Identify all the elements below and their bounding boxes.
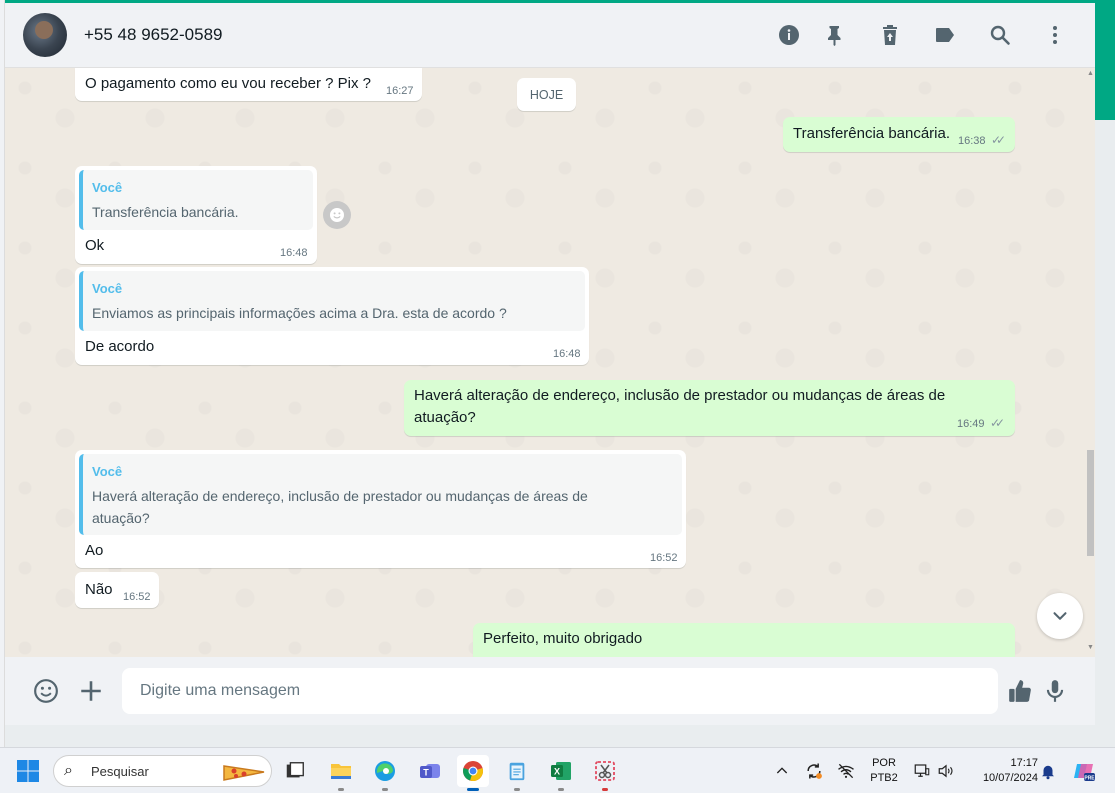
message-text: Perfeito, muito obrigado xyxy=(483,630,643,647)
react-emoji-button[interactable] xyxy=(323,201,351,229)
thumbs-up-icon[interactable] xyxy=(1005,676,1035,706)
notepad-icon[interactable] xyxy=(501,755,533,791)
message-text: Ao xyxy=(85,542,104,559)
search-icon[interactable] xyxy=(987,22,1013,48)
emoji-icon[interactable] xyxy=(31,676,61,706)
scroll-up-arrow-icon[interactable]: ▲ xyxy=(1087,70,1094,77)
message-time: 16:52 xyxy=(650,552,678,564)
quote-text: Enviamos as principais informações acima… xyxy=(92,305,507,321)
message-time: 16:52 xyxy=(123,591,151,603)
message-bubble-incoming[interactable]: O pagamento como eu vou receber ? Pix ? … xyxy=(75,68,422,101)
contact-avatar[interactable] xyxy=(23,13,67,57)
quoted-message[interactable]: Você Transferência bancária. xyxy=(79,170,313,230)
message-text: Não xyxy=(85,581,113,598)
message-time: 16:27 xyxy=(386,85,414,97)
clock-date: 10/07/2024 xyxy=(982,772,1038,784)
message-time: 16:38 xyxy=(958,135,986,147)
volume-icon[interactable] xyxy=(930,755,962,787)
microphone-icon[interactable] xyxy=(1040,676,1070,706)
message-text: O pagamento como eu vou receber ? Pix ? xyxy=(85,75,371,92)
network-off-icon[interactable] xyxy=(830,755,862,787)
message-time: 16:48 xyxy=(553,348,581,360)
excel-icon[interactable]: X xyxy=(545,755,577,791)
language-code: POR xyxy=(872,757,896,769)
svg-text:X: X xyxy=(554,767,560,777)
message-bubble-outgoing[interactable]: Perfeito, muito obrigado xyxy=(473,623,1015,657)
message-bubble-incoming[interactable]: Você Transferência bancária. Ok 16:48 xyxy=(75,166,317,264)
chat-header: +55 48 9652-0589 xyxy=(5,0,1095,68)
message-input[interactable] xyxy=(122,668,998,714)
message-bubble-incoming[interactable]: Você Enviamos as principais informações … xyxy=(75,267,589,365)
clock-time: 17:17 xyxy=(1010,757,1038,769)
quote-text: Transferência bancária. xyxy=(92,204,239,220)
chrome-icon[interactable] xyxy=(457,755,489,791)
windows-start-icon[interactable] xyxy=(12,755,44,787)
quoted-message[interactable]: Você Enviamos as principais informações … xyxy=(79,271,585,331)
window-right-edge xyxy=(1095,120,1115,747)
quoted-message[interactable]: Você Haverá alteração de endereço, inclu… xyxy=(79,454,682,535)
quote-author: Você xyxy=(92,180,123,195)
quote-text-line: atuação? xyxy=(92,510,150,526)
message-time: 16:49 xyxy=(957,418,985,430)
taskbar-search[interactable]: ⌕ Pesquisar xyxy=(53,755,272,787)
message-text: Ok xyxy=(85,237,105,254)
chevron-up-icon[interactable] xyxy=(766,755,798,787)
message-bubble-incoming[interactable]: Você Haverá alteração de endereço, inclu… xyxy=(75,450,686,568)
window-bottom-edge xyxy=(5,725,1095,747)
message-text: De acordo xyxy=(85,338,155,355)
quote-author: Você xyxy=(92,464,123,479)
read-ticks-icon: ✓✓ xyxy=(990,416,1005,430)
quote-author: Você xyxy=(92,281,123,296)
scroll-down-arrow-icon[interactable]: ▼ xyxy=(1087,644,1094,651)
snipping-tool-icon[interactable] xyxy=(589,755,621,791)
quote-text-line: Haverá alteração de endereço, inclusão d… xyxy=(92,488,588,504)
info-icon[interactable] xyxy=(776,22,802,48)
task-view-icon[interactable] xyxy=(279,755,311,787)
delete-icon[interactable] xyxy=(877,22,903,48)
language-indicator[interactable]: POR PTB2 xyxy=(868,756,900,786)
label-icon[interactable] xyxy=(932,22,958,48)
message-text-line: atuação? xyxy=(414,409,476,426)
scroll-to-bottom-button[interactable] xyxy=(1037,593,1083,639)
clock[interactable]: 17:17 10/07/2024 xyxy=(966,756,1038,786)
message-bubble-outgoing[interactable]: Haverá alteração de endereço, inclusão d… xyxy=(404,380,1015,436)
sync-icon[interactable] xyxy=(798,755,830,787)
message-bubble-incoming[interactable]: Não 16:52 xyxy=(75,572,159,608)
notification-bell-icon[interactable] xyxy=(1032,755,1064,787)
message-bubble-outgoing[interactable]: Transferência bancária. 16:38 ✓✓ xyxy=(783,117,1015,152)
search-icon: ⌕ xyxy=(64,762,73,779)
teams-icon[interactable]: T xyxy=(414,755,446,787)
menu-icon[interactable] xyxy=(1042,22,1068,48)
read-ticks-icon: ✓✓ xyxy=(991,133,1006,147)
message-time: 16:48 xyxy=(280,247,308,259)
date-chip: HOJE xyxy=(517,78,576,111)
copilot-icon[interactable]: PRE xyxy=(1068,755,1100,787)
scroll-thumb[interactable] xyxy=(1087,450,1094,556)
message-text-line: Haverá alteração de endereço, inclusão d… xyxy=(414,387,946,404)
taskbar-search-label: Pesquisar xyxy=(91,764,149,779)
message-composer xyxy=(5,657,1095,725)
svg-text:PRE: PRE xyxy=(1084,775,1095,781)
windows-taskbar: ⌕ Pesquisar T X POR PTB2 17:17 10/07/202… xyxy=(0,747,1115,793)
attach-plus-icon[interactable] xyxy=(76,676,106,706)
pizza-icon xyxy=(223,765,265,781)
pin-icon[interactable] xyxy=(822,22,848,48)
message-text: Transferência bancária. xyxy=(793,125,951,142)
svg-text:T: T xyxy=(423,768,429,778)
contact-name[interactable]: +55 48 9652-0589 xyxy=(84,25,223,45)
edge-browser-icon[interactable] xyxy=(369,755,401,791)
chat-area[interactable]: HOJE O pagamento como eu vou receber ? P… xyxy=(5,68,1095,657)
window-accent-strip xyxy=(1095,0,1115,120)
chat-scrollbar[interactable]: ▲ ▼ xyxy=(1086,68,1095,657)
file-explorer-icon[interactable] xyxy=(325,755,357,791)
keyboard-layout: PTB2 xyxy=(870,772,898,784)
